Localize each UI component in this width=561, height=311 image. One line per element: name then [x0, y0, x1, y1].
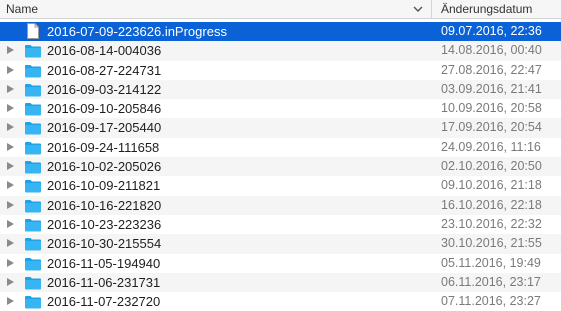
modified-date: 27.08.2016, 22:47 — [441, 62, 542, 77]
disclosure-triangle-icon[interactable] — [7, 297, 14, 306]
modified-date: 30.10.2016, 21:55 — [441, 236, 542, 251]
modified-date: 05.11.2016, 19:49 — [441, 255, 541, 270]
file-name: 2016-08-14-004036 — [47, 43, 162, 59]
file-list: 2016-07-09-223626.inProgress 09.07.2016, … — [0, 22, 561, 311]
folder-icon — [25, 257, 41, 271]
modified-date: 07.11.2016, 23:27 — [441, 294, 541, 309]
disclosure-triangle-icon[interactable] — [7, 200, 14, 209]
name-column-header[interactable]: Name — [0, 0, 432, 18]
list-item[interactable]: 2016-10-02-205026 02.10.2016, 20:50 — [0, 157, 561, 177]
list-item[interactable]: 2016-10-16-221820 16.10.2016, 22:18 — [0, 195, 561, 215]
list-item[interactable]: 2016-09-17-205440 17.09.2016, 20:54 — [0, 118, 561, 138]
list-item[interactable]: 2016-10-30-215554 30.10.2016, 21:55 — [0, 234, 561, 254]
folder-icon — [25, 161, 41, 174]
column-header-bar: Name Änderungsdatum — [0, 0, 561, 19]
disclosure-triangle-icon[interactable] — [7, 219, 14, 228]
file-name: 2016-09-24-111658 — [47, 139, 160, 155]
disclosure-triangle-icon[interactable] — [7, 162, 14, 171]
folder-icon — [25, 45, 41, 58]
modified-date: 10.09.2016, 20:58 — [441, 101, 542, 116]
list-item[interactable]: 2016-10-09-211821 09.10.2016, 21:18 — [0, 176, 561, 195]
disclosure-triangle-icon[interactable] — [7, 239, 14, 248]
disclosure-triangle-icon[interactable] — [7, 104, 14, 113]
modified-date: 23.10.2016, 22:32 — [441, 216, 542, 231]
folder-icon — [25, 141, 41, 155]
folder-icon — [25, 103, 41, 116]
disclosure-triangle-icon[interactable] — [7, 142, 14, 151]
folder-icon — [25, 296, 41, 309]
file-name: 2016-10-02-205026 — [47, 159, 162, 175]
modified-date: 24.09.2016, 11:16 — [441, 139, 541, 154]
folder-icon — [25, 218, 41, 232]
modified-date: 16.10.2016, 22:18 — [441, 197, 542, 212]
modified-date: 09.10.2016, 21:18 — [441, 178, 542, 193]
date-column-label: Änderungsdatum — [441, 2, 533, 16]
folder-icon — [25, 122, 41, 135]
file-name: 2016-11-06-231731 — [47, 274, 161, 290]
list-item[interactable]: 2016-10-23-223236 23.10.2016, 22:32 — [0, 215, 561, 234]
disclosure-triangle-icon[interactable] — [7, 65, 14, 74]
folder-icon — [25, 180, 41, 193]
list-item[interactable]: 2016-08-14-004036 14.08.2016, 00:40 — [0, 41, 561, 61]
list-item[interactable]: 2016-09-03-214122 03.09.2016, 21:41 — [0, 79, 561, 100]
document-icon — [27, 23, 39, 39]
folder-icon — [25, 199, 41, 213]
disclosure-triangle-icon[interactable] — [7, 123, 14, 132]
disclosure-triangle-icon[interactable] — [7, 46, 14, 55]
disclosure-triangle-icon[interactable] — [7, 181, 14, 190]
file-name: 2016-09-03-214122 — [47, 81, 162, 97]
modified-date: 03.09.2016, 21:41 — [441, 81, 542, 96]
list-item[interactable]: 2016-11-06-231731 06.11.2016, 23:17 — [0, 272, 561, 293]
folder-icon — [25, 64, 41, 78]
list-item[interactable]: 2016-08-27-224731 27.08.2016, 22:47 — [0, 61, 561, 80]
list-item[interactable]: 2016-11-07-232720 07.11.2016, 23:27 — [0, 292, 561, 311]
disclosure-triangle-icon[interactable] — [7, 277, 14, 286]
file-name: 2016-09-17-205440 — [47, 120, 162, 136]
file-name: 2016-07-09-223626.inProgress — [47, 24, 227, 39]
list-item[interactable]: 2016-09-10-205846 10.09.2016, 20:58 — [0, 99, 561, 118]
file-name: 2016-10-09-211821 — [47, 178, 161, 194]
list-item[interactable]: 2016-09-24-111658 24.09.2016, 11:16 — [0, 138, 561, 157]
file-name: 2016-10-16-221820 — [47, 197, 162, 213]
disclosure-triangle-icon[interactable] — [7, 84, 14, 93]
modified-date: 06.11.2016, 23:17 — [441, 274, 541, 289]
folder-icon — [25, 238, 41, 251]
modified-date: 17.09.2016, 20:54 — [441, 120, 542, 135]
file-name: 2016-11-07-232720 — [47, 294, 161, 310]
folder-icon — [25, 276, 41, 290]
modified-date: 02.10.2016, 20:50 — [441, 159, 542, 174]
file-name: 2016-08-27-224731 — [47, 62, 162, 78]
file-name: 2016-09-10-205846 — [47, 101, 162, 117]
name-column-label: Name — [6, 2, 39, 16]
folder-icon — [25, 83, 41, 97]
disclosure-triangle-icon[interactable] — [7, 258, 14, 267]
file-name: 2016-10-23-223236 — [47, 216, 162, 232]
list-item[interactable]: 2016-11-05-194940 05.11.2016, 19:49 — [0, 254, 561, 273]
modified-date: 09.07.2016, 22:36 — [441, 24, 542, 38]
file-name: 2016-10-30-215554 — [47, 236, 162, 252]
list-item[interactable]: 2016-07-09-223626.inProgress 09.07.2016, … — [0, 22, 561, 42]
chevron-down-icon[interactable] — [412, 3, 424, 15]
file-name: 2016-11-05-194940 — [47, 255, 161, 271]
modified-date: 14.08.2016, 00:40 — [441, 43, 542, 58]
